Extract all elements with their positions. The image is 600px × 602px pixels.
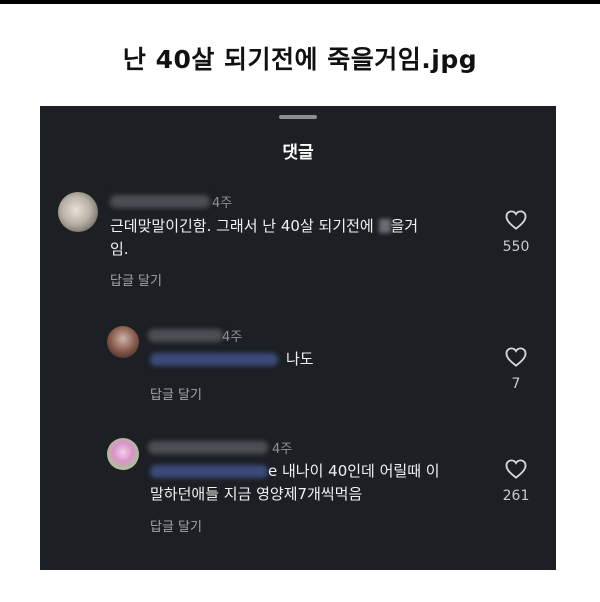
like-count: 261 [502,488,530,504]
post-title: 난 40살 되기전에 죽을거임.jpg [122,45,478,74]
heart-outline-icon [505,459,527,479]
comment-text-line1: e 내나이 40인데 어릴때 이 [268,462,440,480]
username-blurred[interactable] [148,441,268,454]
mention-blurred[interactable] [150,465,268,478]
comment-text-line2: 말하던애들 지금 영양제7개씩먹음 [150,485,363,503]
comment-time: 4주 [272,442,293,457]
reply-item: 4주 e 내나이 40인데 어릴때 이 말하던애들 지금 영양제7개씩먹음 답글… [40,106,556,546]
comments-screenshot: 댓글 4주 근데맞말이긴함. 그래서 난 40살 되기전에 을거 임. 답글 달… [40,106,556,570]
like-button[interactable]: 261 [496,459,536,504]
avatar[interactable] [107,438,139,470]
comment-text: e 내나이 40인데 어릴때 이 [268,460,440,483]
top-border [0,0,600,4]
reply-button[interactable]: 답글 달기 [150,516,202,535]
